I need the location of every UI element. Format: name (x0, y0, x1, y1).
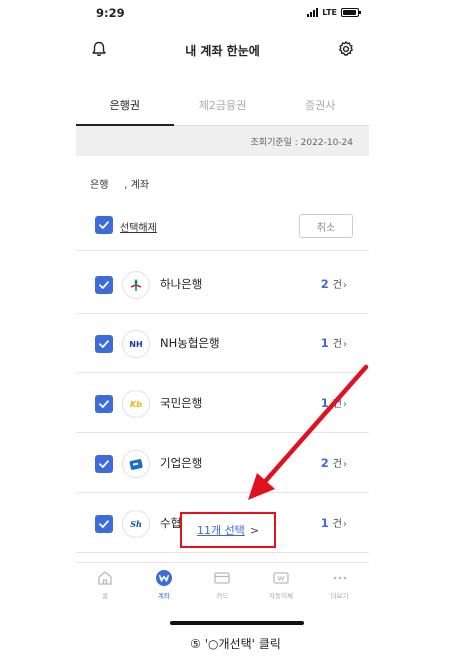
account-count[interactable]: 2 건› (321, 276, 347, 291)
tabbar-auto-transfer[interactable]: 자동이체 (252, 563, 311, 602)
more-icon (333, 576, 346, 580)
account-summary: 은행 , 계좌 (90, 180, 150, 191)
divider (76, 552, 369, 553)
account-count[interactable]: 1 건› (321, 515, 347, 530)
chevron-right-icon: › (343, 399, 347, 410)
bank-checkbox[interactable] (95, 276, 113, 294)
auto-transfer-icon (273, 572, 289, 584)
logo-text: Kb (130, 399, 142, 409)
bank-checkbox[interactable] (95, 335, 113, 353)
select-all-row: 선택해제 취소 (76, 214, 369, 240)
selected-count-label: 11개 선택 (196, 524, 245, 537)
tabbar-label: 자동이체 (269, 592, 294, 600)
caption: ⑤ '○개선택' 클릭 (190, 637, 281, 651)
ibk-bank-logo (122, 450, 150, 478)
sh-bank-logo: Sh (122, 510, 150, 538)
home-indicator (170, 621, 304, 625)
app-header: 내 계좌 한눈에 (76, 36, 369, 64)
tabbar-more[interactable]: 더보기 (310, 563, 369, 602)
divider (76, 372, 369, 373)
tab-securities[interactable]: 증권사 (271, 92, 369, 125)
tab-label: 제2금융권 (198, 99, 247, 112)
hana-bank-logo (122, 271, 150, 299)
bank-row-hana[interactable]: 하나은행 2 건› (76, 257, 369, 313)
deselect-all-link[interactable]: 선택해제 (120, 219, 157, 234)
logo-text: NH (129, 339, 143, 349)
page-title: 내 계좌 한눈에 (185, 44, 260, 58)
check-icon (99, 400, 109, 408)
network-label: LTE (322, 8, 337, 17)
chevron-right-icon: > (249, 523, 260, 537)
bank-name: 국민은행 (160, 396, 203, 410)
check-icon (99, 340, 109, 348)
account-count[interactable]: 2 건› (321, 455, 347, 470)
account-count[interactable]: 1 건› (321, 395, 347, 410)
tabbar-home[interactable]: 홈 (76, 563, 135, 602)
bank-row-kb[interactable]: Kb 국민은행 1 건› (76, 376, 369, 432)
home-icon (98, 571, 112, 585)
selected-count-button[interactable]: 11개 선택 > (180, 512, 276, 548)
check-icon (99, 281, 109, 289)
tab-secondary-finance[interactable]: 제2금융권 (174, 92, 272, 125)
count-number: 1 (320, 516, 329, 530)
cancel-button[interactable]: 취소 (299, 214, 353, 238)
divider (76, 250, 369, 251)
category-tabs: 은행권 제2금융권 증권사 (76, 92, 369, 126)
count-number: 2 (320, 277, 329, 291)
bank-name: NH농협은행 (160, 336, 220, 350)
count-number: 2 (320, 456, 329, 470)
status-time: 9:29 (96, 6, 125, 20)
status-bar: 9:29 LTE (76, 6, 369, 22)
divider (76, 432, 369, 433)
battery-icon (341, 8, 361, 17)
battery-fill (343, 10, 356, 15)
check-icon (99, 221, 109, 229)
bank-row-ibk[interactable]: 기업은행 2 건› (76, 436, 369, 492)
bottom-tab-bar: 홈 계좌 카드 자동이체 더보기 (76, 562, 369, 602)
tabbar-account[interactable]: 계좌 (135, 563, 194, 602)
tabbar-label: 홈 (102, 592, 109, 600)
tabbar-label: 더보기 (330, 592, 349, 600)
count-number: 1 (320, 396, 329, 410)
bank-checkbox[interactable] (95, 515, 113, 533)
nh-bank-logo: NH (122, 330, 150, 358)
tabbar-card[interactable]: 카드 (193, 563, 252, 602)
chevron-right-icon: › (343, 459, 347, 470)
bank-checkbox[interactable] (95, 455, 113, 473)
count-unit: 건 (332, 399, 342, 410)
bank-name: 수협 (160, 516, 182, 530)
count-unit: 건 (332, 519, 342, 530)
check-icon (99, 520, 109, 528)
bank-checkbox[interactable] (95, 395, 113, 413)
logo-text: Sh (130, 519, 142, 529)
divider (76, 492, 369, 493)
select-all-checkbox[interactable] (95, 216, 113, 234)
divider (76, 313, 369, 314)
bank-row-nh[interactable]: NH NH농협은행 1 건› (76, 316, 369, 372)
tab-bank[interactable]: 은행권 (76, 92, 174, 126)
account-icon (155, 570, 172, 586)
bank-name: 하나은행 (160, 277, 203, 291)
reference-date: 조회기준일 : 2022-10-24 (250, 138, 353, 148)
chevron-right-icon: › (343, 339, 347, 350)
chevron-right-icon: › (343, 519, 347, 530)
chevron-right-icon: › (343, 280, 347, 291)
kb-bank-logo: Kb (122, 390, 150, 418)
account-count[interactable]: 1 건› (321, 335, 347, 350)
bank-name: 기업은행 (160, 456, 203, 470)
check-icon (99, 460, 109, 468)
card-icon (214, 572, 231, 584)
tabbar-label: 계좌 (157, 592, 170, 600)
status-indicators: LTE (307, 8, 361, 17)
count-unit: 건 (332, 459, 342, 470)
date-bar: 조회기준일 : 2022-10-24 (76, 126, 369, 156)
tabbar-label: 카드 (216, 592, 229, 600)
tab-label: 증권사 (304, 99, 336, 112)
count-number: 1 (320, 336, 329, 350)
signal-icon (307, 8, 319, 17)
tab-label: 은행권 (109, 99, 141, 112)
gear-icon[interactable] (337, 40, 355, 58)
count-unit: 건 (332, 280, 342, 291)
count-unit: 건 (332, 339, 342, 350)
